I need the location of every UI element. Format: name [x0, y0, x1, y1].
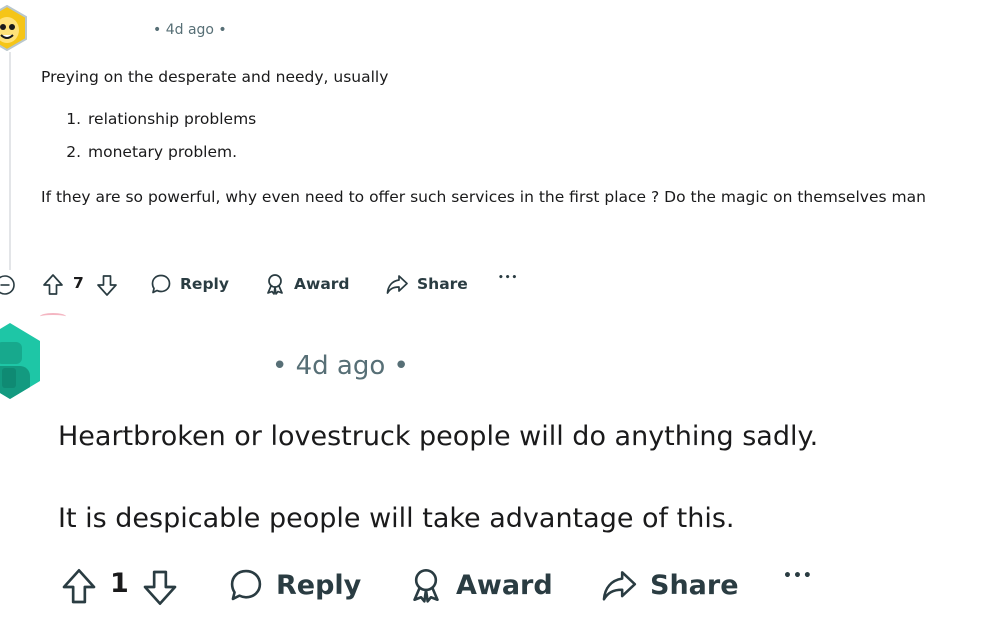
list-item: monetary problem.	[86, 136, 996, 169]
award-ribbon-icon	[267, 274, 283, 295]
arrow-up-outline-icon	[43, 274, 63, 295]
reply-button[interactable]: Reply	[228, 567, 361, 603]
avatar[interactable]	[0, 4, 28, 52]
speech-bubble-icon	[230, 569, 262, 601]
comment-paragraph: It is despicable people will take advant…	[58, 503, 735, 534]
username-redacted[interactable]	[40, 15, 146, 53]
speech-bubble-icon	[151, 274, 171, 294]
comment-1: • 4d ago • Preying on the desperate and …	[0, 0, 1000, 320]
list-item: relationship problems	[86, 103, 996, 136]
award-button[interactable]: Award	[408, 567, 553, 603]
collapse-button[interactable]	[0, 274, 16, 296]
share-button[interactable]: Share	[385, 273, 468, 295]
reply-label: Reply	[180, 275, 229, 293]
numbered-list: relationship problems monetary problem.	[41, 103, 996, 169]
award-button[interactable]: Award	[264, 273, 350, 295]
timestamp: • 4d ago •	[153, 22, 227, 38]
arrow-down-outline-icon	[143, 570, 177, 605]
thread-line[interactable]	[9, 52, 11, 270]
minus-circle-icon	[0, 275, 15, 295]
comment-paragraph: Heartbroken or lovestruck people will do…	[58, 421, 819, 452]
vote-count: 1	[110, 568, 129, 599]
comment-body: Heartbroken or lovestruck people will do…	[58, 418, 988, 538]
share-label: Share	[650, 569, 739, 601]
vote-count: 7	[73, 274, 84, 292]
reply-label: Reply	[276, 569, 362, 601]
comment-paragraph: If they are so powerful, why even need t…	[41, 188, 926, 206]
arrow-down-outline-icon	[97, 275, 117, 296]
award-label: Award	[294, 275, 350, 293]
share-arrow-icon	[602, 571, 637, 601]
comment-paragraph: Preying on the desperate and needy, usua…	[41, 68, 389, 86]
avatar[interactable]	[0, 322, 42, 400]
downvote-button[interactable]	[141, 567, 179, 607]
username-redacted[interactable]	[50, 350, 257, 390]
comment-2: • 4d ago • Heartbroken or lovestruck peo…	[0, 320, 1000, 630]
share-button[interactable]: Share	[600, 567, 739, 603]
ellipsis-icon: •••	[498, 273, 519, 283]
divider-decoration	[40, 313, 66, 320]
ellipsis-icon: •••	[783, 568, 813, 584]
reply-button[interactable]: Reply	[150, 273, 229, 295]
more-options-button[interactable]: •••	[498, 273, 518, 283]
share-label: Share	[417, 275, 468, 293]
timestamp: • 4d ago •	[272, 351, 409, 381]
share-arrow-icon	[386, 275, 408, 294]
award-label: Award	[456, 569, 553, 601]
upvote-button[interactable]	[42, 273, 64, 297]
upvote-button[interactable]	[60, 567, 98, 607]
comment-body: Preying on the desperate and needy, usua…	[41, 64, 996, 211]
downvote-button[interactable]	[96, 273, 118, 297]
arrow-up-outline-icon	[62, 569, 96, 604]
award-ribbon-icon	[413, 568, 439, 603]
more-options-button[interactable]: •••	[783, 568, 813, 584]
